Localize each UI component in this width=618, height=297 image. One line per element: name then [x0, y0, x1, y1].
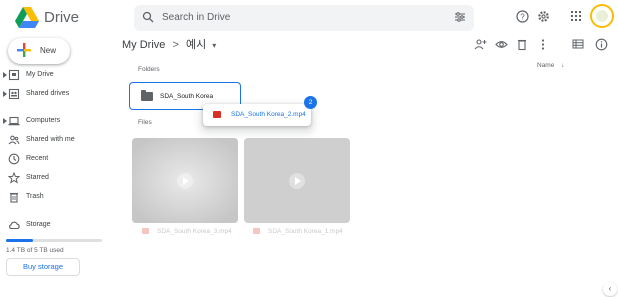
sort-arrow-down-icon[interactable]: ↓: [561, 62, 564, 69]
sidebar-item-label: Shared with me: [26, 136, 75, 143]
file-name-row[interactable]: SDA_South Korea_3.mp4: [142, 228, 232, 235]
sidebar-item-my-drive[interactable]: My Drive: [0, 68, 118, 84]
sidebar-item-label: Starred: [26, 174, 49, 181]
file-name-row[interactable]: SDA_South Korea_1.mp4: [253, 228, 343, 235]
new-button-label: New: [40, 46, 57, 55]
video-file-icon: [142, 228, 149, 234]
recent-icon: [8, 153, 20, 165]
storage-usage-bar: [6, 239, 102, 242]
video-file-icon: [253, 228, 260, 234]
sidebar-item-recent[interactable]: Recent: [0, 152, 118, 168]
expand-caret-icon[interactable]: [3, 118, 7, 124]
sort-by-name[interactable]: Name ↓: [537, 62, 564, 69]
drag-item-name: SDA_South Korea_2.mp4: [231, 111, 306, 118]
files-heading: Files: [138, 119, 152, 126]
file-name: SDA_South Korea_3.mp4: [157, 228, 232, 235]
new-button[interactable]: New: [8, 38, 70, 64]
storage-used-text: 1.4 TB of 5 TB used: [6, 247, 64, 254]
sidebar-item-label: Storage: [26, 221, 51, 228]
search-icon[interactable]: [142, 11, 154, 23]
file-thumbnail[interactable]: [132, 138, 238, 223]
expand-caret-icon[interactable]: [3, 91, 7, 97]
file-thumbnail[interactable]: [244, 138, 350, 223]
breadcrumb: My Drive > 예시 ▾: [122, 36, 216, 52]
search-options-icon[interactable]: [454, 11, 466, 23]
settings-gear-icon[interactable]: [537, 10, 550, 23]
sidebar-item-label: My Drive: [26, 71, 54, 78]
sidebar-item-starred[interactable]: Starred: [0, 171, 118, 187]
apps-grid-icon[interactable]: [570, 10, 582, 22]
starred-icon: [8, 172, 20, 184]
share-person-icon[interactable]: [474, 38, 487, 51]
video-file-icon: [213, 111, 221, 118]
sidebar-item-label: Recent: [26, 155, 49, 162]
sidebar-item-shared-drives[interactable]: Shared drives: [0, 87, 118, 103]
info-icon[interactable]: [595, 38, 608, 51]
help-icon[interactable]: ?: [516, 10, 529, 23]
svg-text:?: ?: [520, 12, 525, 21]
breadcrumb-root[interactable]: My Drive: [122, 39, 165, 51]
computers-icon: [8, 116, 20, 126]
drag-preview[interactable]: SDA_South Korea_2.mp4: [203, 104, 311, 126]
sidebar-item-computers[interactable]: Computers: [0, 114, 118, 130]
caret-down-icon[interactable]: ▾: [212, 41, 216, 50]
drag-count-badge: 2: [304, 96, 317, 109]
sidebar-item-label: Shared drives: [26, 90, 70, 97]
sidebar-item-label: Computers: [26, 117, 61, 124]
storage-usage-fill: [6, 239, 33, 242]
top-bar: Drive Search in Drive ?: [0, 0, 618, 38]
delete-trash-icon[interactable]: [516, 38, 528, 51]
shared-drives-icon: [8, 88, 20, 100]
plus-icon: [17, 43, 31, 57]
app-name: Drive: [44, 9, 80, 26]
list-view-icon[interactable]: [572, 38, 584, 50]
buy-storage-button[interactable]: Buy storage: [6, 258, 80, 276]
my-drive-icon: [8, 69, 20, 81]
breadcrumb-current[interactable]: 예시: [186, 39, 206, 51]
more-vert-icon[interactable]: [540, 38, 546, 51]
play-icon: [177, 173, 193, 189]
cloud-icon: [9, 221, 20, 230]
sidebar-item-label: Trash: [26, 193, 44, 200]
collapse-side-panel-button[interactable]: ‹: [603, 282, 617, 296]
file-name: SDA_South Korea_1.mp4: [268, 228, 343, 235]
preview-eye-icon[interactable]: [495, 38, 508, 51]
breadcrumb-separator: >: [172, 39, 179, 51]
play-icon: [289, 173, 305, 189]
shared-with-me-icon: [8, 135, 20, 145]
expand-caret-icon[interactable]: [3, 72, 7, 78]
folders-heading: Folders: [138, 66, 160, 73]
folder-icon: [141, 90, 153, 101]
sidebar-item-trash[interactable]: Trash: [0, 190, 118, 206]
folder-name: SDA_South Korea: [160, 93, 214, 100]
sidebar-item-shared-with-me[interactable]: Shared with me: [0, 133, 118, 149]
search-input[interactable]: Search in Drive: [162, 12, 230, 23]
account-avatar[interactable]: [590, 4, 614, 28]
sidebar-item-storage[interactable]: Storage: [0, 218, 118, 234]
drive-logo-icon[interactable]: [14, 6, 40, 30]
search-bar[interactable]: Search in Drive: [134, 5, 474, 31]
trash-icon: [10, 192, 18, 203]
sort-label: Name: [537, 62, 555, 69]
